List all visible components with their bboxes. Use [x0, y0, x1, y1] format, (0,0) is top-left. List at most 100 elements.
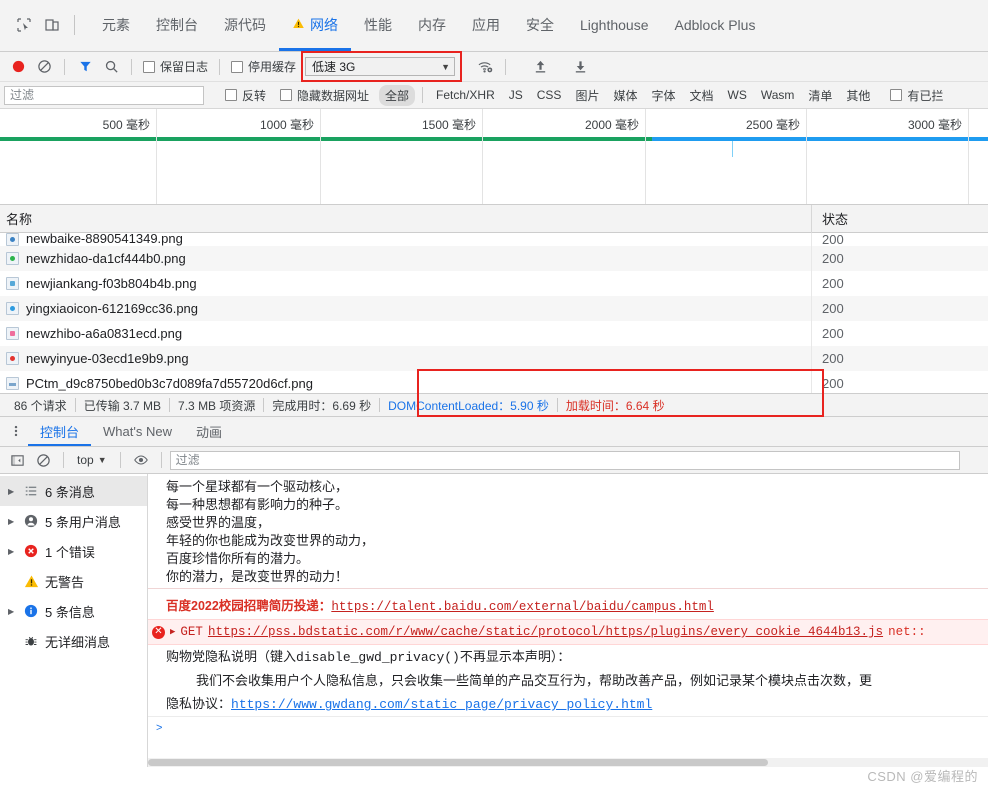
console-horizontal-scrollbar[interactable] — [148, 758, 988, 767]
filter-type-css[interactable]: CSS — [531, 86, 568, 104]
disable-cache-checkbox[interactable]: 停用缓存 — [228, 58, 299, 75]
tab-elements[interactable]: 元素 — [89, 0, 143, 51]
table-row[interactable]: newzhidao-da1cf444b0.png 200 — [0, 246, 988, 271]
request-status: 200 — [822, 351, 844, 366]
ruler-tick-label: 500 毫秒 — [102, 118, 150, 132]
tab-lighthouse[interactable]: Lighthouse — [567, 0, 662, 51]
messages-list-icon — [23, 483, 39, 499]
chevron-right-icon: ▶ — [8, 546, 15, 556]
show-console-sidebar-icon[interactable] — [5, 448, 29, 472]
clear-console-icon[interactable] — [31, 448, 55, 472]
search-icon[interactable] — [99, 55, 123, 79]
filter-type-img[interactable]: 图片 — [569, 85, 605, 106]
sidebar-item-verbose[interactable]: ▶ 无详细消息 — [0, 626, 147, 656]
sidebar-item-info[interactable]: ▶ 5 条信息 — [0, 596, 147, 626]
filter-type-wasm[interactable]: Wasm — [755, 86, 801, 104]
drawer-tab-whats-new[interactable]: What's New — [91, 416, 184, 446]
tab-memory[interactable]: 内存 — [405, 0, 459, 51]
request-list[interactable]: newbaike-8890541349.png 200 newzhidao-da… — [0, 233, 988, 393]
privacy-agreement-link[interactable]: https://www.gwdang.com/static_page/priva… — [231, 697, 652, 712]
throttling-select[interactable]: 低速 3G ▼ — [305, 57, 456, 76]
throttling-value: 低速 3G — [312, 60, 356, 74]
tab-performance[interactable]: 性能 — [351, 0, 405, 51]
scrollbar-thumb[interactable] — [148, 759, 768, 766]
filter-funnel-icon[interactable] — [73, 55, 97, 79]
console-message-error[interactable]: ✕ ▶ GET https://pss.bdstatic.com/r/www/c… — [148, 619, 988, 645]
table-row[interactable]: newzhibo-a6a0831ecd.png 200 — [0, 321, 988, 346]
console-prompt[interactable]: > — [148, 716, 988, 738]
clear-icon[interactable] — [32, 55, 56, 79]
drawer-tab-console[interactable]: 控制台 — [28, 416, 92, 446]
poem-line: 年轻的你也能成为改变世界的动力， — [166, 533, 375, 548]
table-row[interactable]: newyinyue-03ecd1e9b9.png 200 — [0, 346, 988, 371]
export-har-icon[interactable] — [568, 55, 592, 79]
sidebar-item-user-messages[interactable]: ▶ 5 条用户消息 — [0, 506, 147, 536]
sidebar-item-warnings[interactable]: ▶ 无警告 — [0, 566, 147, 596]
preserve-log-checkbox[interactable]: 保留日志 — [140, 58, 211, 75]
request-name: newyinyue-03ecd1e9b9.png — [26, 351, 189, 366]
table-row[interactable]: newbaike-8890541349.png 200 — [0, 233, 988, 246]
filter-type-manifest[interactable]: 清单 — [802, 85, 838, 106]
tab-sources[interactable]: 源代码 — [211, 0, 279, 51]
tab-security[interactable]: 安全 — [513, 0, 567, 51]
table-row[interactable]: newjiankang-f03b804b4b.png 200 — [0, 271, 988, 296]
console-filter-input[interactable] — [169, 450, 960, 470]
console-context-select[interactable]: top ▼ — [72, 452, 112, 468]
filter-type-other[interactable]: 其他 — [840, 85, 876, 106]
device-toolbar-icon[interactable] — [38, 11, 66, 39]
network-overview-pane[interactable] — [0, 137, 988, 205]
tab-network[interactable]: 网络 — [279, 0, 351, 51]
network-filter-input[interactable] — [4, 85, 204, 105]
console-messages[interactable]: 每一个星球都有一个驱动核心， 每一种思想都有影响力的种子。 感受世界的温度， 年… — [148, 474, 988, 767]
request-name: newzhibo-a6a0831ecd.png — [26, 326, 183, 341]
sidebar-item-label: 无警告 — [45, 574, 85, 590]
blocked-cookies-checkbox[interactable]: 有已拦 — [887, 87, 946, 104]
filter-type-fetch-xhr[interactable]: Fetch/XHR — [430, 86, 501, 104]
filter-type-js[interactable]: JS — [503, 86, 529, 104]
png-file-icon — [6, 233, 19, 246]
tab-console[interactable]: 控制台 — [143, 0, 211, 51]
live-expression-icon[interactable] — [129, 448, 153, 472]
filter-type-font[interactable]: 字体 — [645, 85, 681, 106]
table-row[interactable]: yingxiaoicon-612169cc36.png 200 — [0, 296, 988, 321]
wifi-settings-icon[interactable] — [473, 55, 497, 79]
filter-type-media[interactable]: 媒体 — [607, 85, 643, 106]
devtools-left-icons — [6, 0, 89, 51]
ruler-tick-label: 2500 毫秒 — [745, 118, 800, 132]
record-icon[interactable] — [6, 55, 30, 79]
inspect-element-icon[interactable] — [10, 11, 38, 39]
tab-label: 性能 — [364, 17, 392, 33]
ruler-tick-label: 1500 毫秒 — [421, 118, 476, 132]
invert-checkbox[interactable]: 反转 — [222, 87, 269, 104]
sidebar-item-errors[interactable]: ▶ 1 个错误 — [0, 536, 147, 566]
sidebar-item-messages[interactable]: ▶ 6 条消息 — [0, 476, 147, 506]
filter-type-ws[interactable]: WS — [722, 86, 753, 104]
request-name: newzhidao-da1cf444b0.png — [26, 251, 186, 266]
tab-label: 安全 — [526, 17, 554, 33]
disable-cache-label: 停用缓存 — [248, 60, 297, 74]
csdn-watermark: CSDN @爱编程的 — [867, 769, 978, 784]
table-row[interactable]: PCtm_d9c8750bed0b3c7d089fa7d55720d6cf.pn… — [0, 371, 988, 393]
error-url[interactable]: https://pss.bdstatic.com/r/www/cache/sta… — [208, 623, 883, 641]
import-har-icon[interactable] — [528, 55, 552, 79]
more-options-icon[interactable] — [4, 416, 28, 446]
tab-application[interactable]: 应用 — [459, 0, 513, 51]
expand-triangle-icon[interactable]: ▶ — [170, 623, 175, 641]
request-status: 200 — [822, 251, 844, 266]
summary-load: 加载时间：6.64 秒 — [565, 398, 665, 413]
column-header-status[interactable]: 状态 — [812, 205, 988, 233]
filter-type-all[interactable]: 全部 — [379, 84, 416, 106]
toolbar-divider — [119, 452, 121, 468]
tab-adblock-plus[interactable]: Adblock Plus — [662, 0, 769, 51]
tab-label: 应用 — [472, 17, 500, 33]
error-suffix: net:: — [888, 625, 926, 639]
hide-data-urls-checkbox[interactable]: 隐藏数据网址 — [277, 87, 372, 104]
recruit-link[interactable]: https://talent.baidu.com/external/baidu/… — [331, 600, 714, 614]
filter-type-doc[interactable]: 文档 — [683, 85, 719, 106]
column-header-name[interactable]: 名称 — [0, 204, 812, 233]
checkbox-box — [280, 89, 293, 101]
tab-label: 源代码 — [224, 17, 266, 33]
hide-data-urls-label: 隐藏数据网址 — [297, 88, 370, 103]
drawer-tab-animations[interactable]: 动画 — [184, 416, 234, 446]
toolbar-divider — [64, 58, 65, 75]
